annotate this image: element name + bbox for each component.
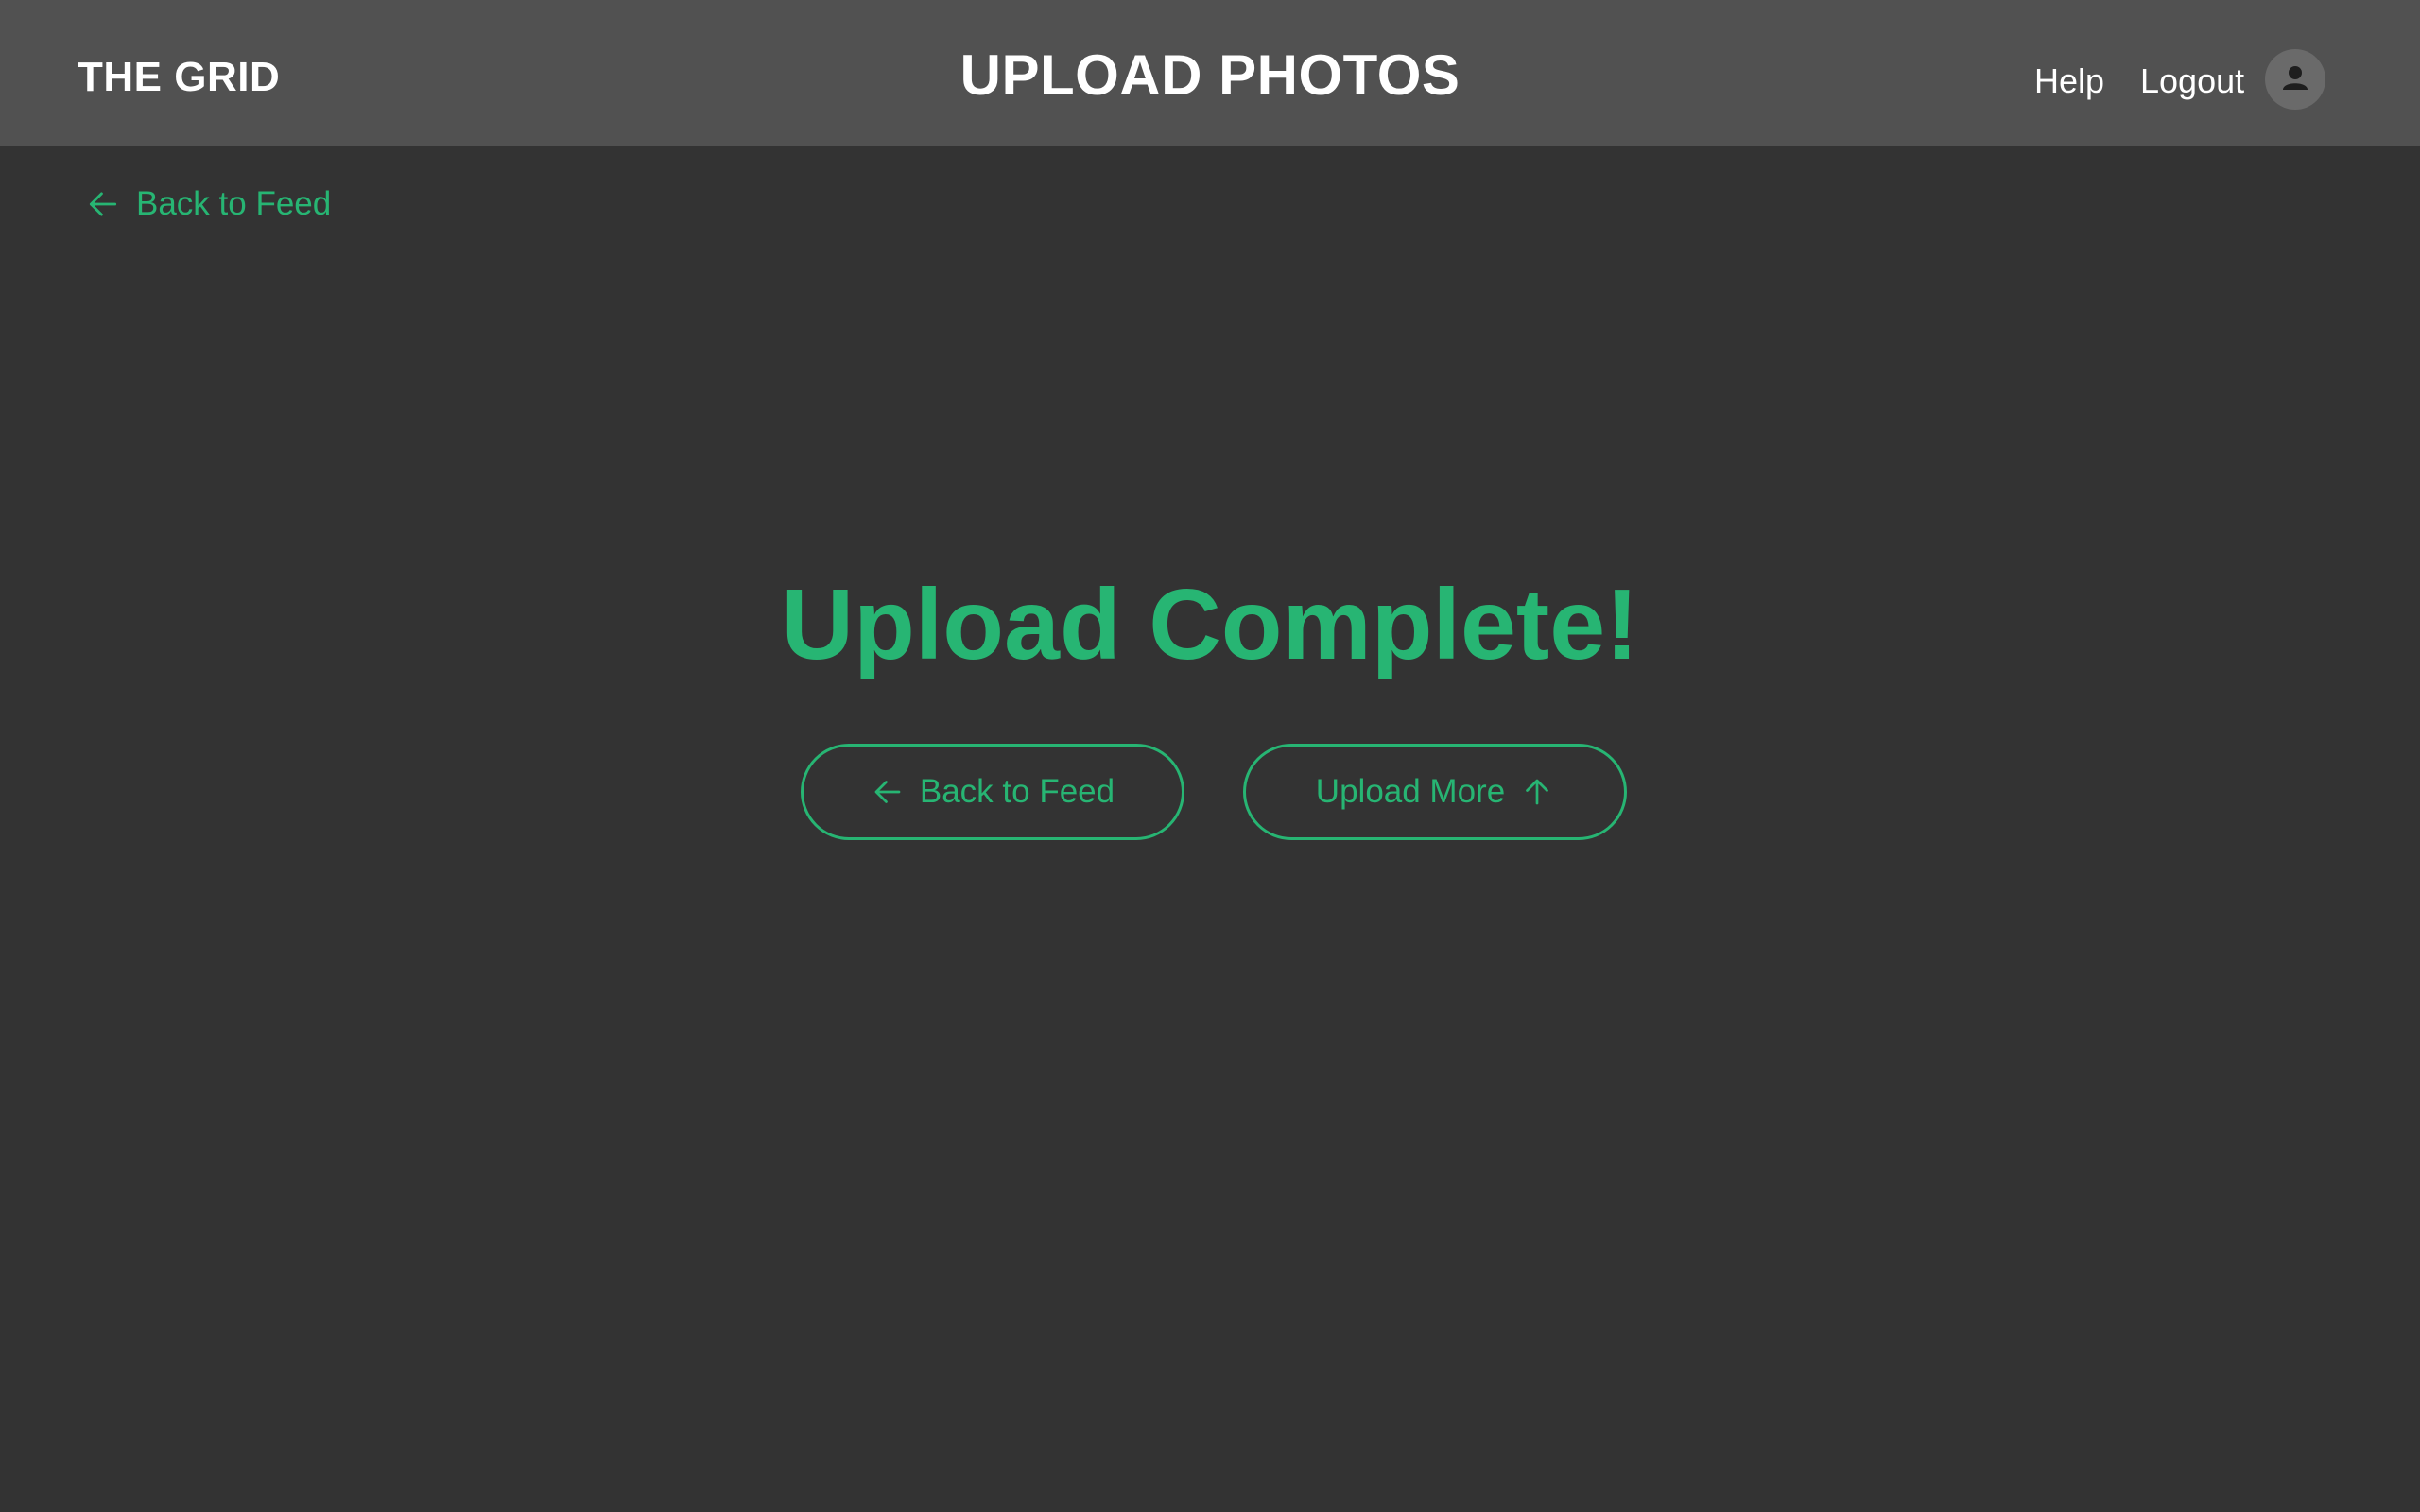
upload-complete-heading: Upload Complete! <box>781 569 1639 680</box>
upload-more-button-label: Upload More <box>1315 773 1506 810</box>
upload-more-button[interactable]: Upload More <box>1243 744 1627 840</box>
back-to-feed-link[interactable]: Back to Feed <box>85 176 331 232</box>
user-silhouette-icon <box>2283 66 2308 90</box>
back-to-feed-button[interactable]: Back to Feed <box>801 744 1184 840</box>
top-bar: THE GRID UPLOAD PHOTOS Help Logout <box>0 0 2420 146</box>
arrow-left-icon <box>874 781 901 803</box>
arrow-left-icon <box>89 192 117 216</box>
back-to-feed-button-label: Back to Feed <box>919 773 1115 810</box>
back-to-feed-link-label: Back to Feed <box>136 185 332 222</box>
user-avatar[interactable] <box>2265 49 2325 110</box>
logout-link[interactable]: Logout <box>2140 53 2244 110</box>
help-link[interactable]: Help <box>2034 53 2104 110</box>
arrow-up-icon <box>1526 779 1549 805</box>
